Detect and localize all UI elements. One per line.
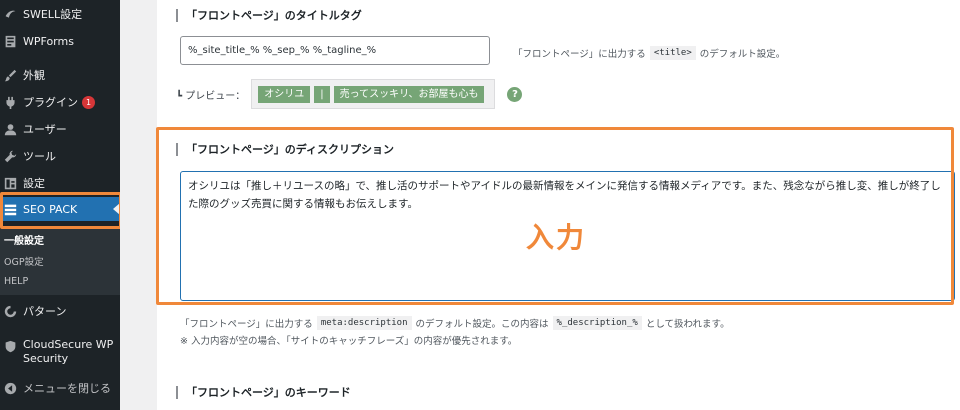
help-icon[interactable]: ? — [507, 86, 523, 102]
cloudsecure-label-line2: Security — [23, 352, 69, 365]
highlight-frame-seo-pack — [0, 192, 122, 229]
submenu-help[interactable]: HELP — [4, 276, 28, 287]
title-tag-code: <title> — [649, 46, 696, 60]
sidebar-item-swell[interactable]: SWELL設定 — [0, 2, 120, 26]
shield-icon — [3, 339, 17, 353]
plugin-icon — [3, 95, 17, 109]
preview-box: オシリユ | 売ってスッキリ、お部屋も心も — [251, 79, 496, 109]
sidebar-item-tools[interactable]: ツール — [0, 144, 120, 168]
brush-icon — [3, 68, 17, 82]
keywords-heading: 「フロントページ」のキーワード — [176, 386, 351, 399]
sidebar-item-label: プラグイン — [23, 96, 78, 109]
pattern-icon — [3, 304, 17, 318]
settings-icon — [3, 176, 17, 190]
forms-icon — [3, 34, 17, 48]
description-code2: %_description_% — [552, 316, 642, 330]
description-hint: 「フロントページ」に出力する meta:description のデフォルト設定… — [180, 316, 730, 330]
title-tag-heading: 「フロントページ」のタイトルタグ — [176, 9, 362, 22]
description-note: ※ 入力内容が空の場合、「サイトのキャッチフレーズ」の内容が優先されます。 — [180, 336, 518, 347]
sidebar-item-users[interactable]: ユーザー — [0, 117, 120, 141]
input-annotation: 入力 — [526, 221, 587, 254]
wrench-icon — [3, 149, 17, 163]
swell-icon — [3, 7, 17, 21]
sidebar-item-appearance[interactable]: 外観 — [0, 63, 120, 87]
title-tag-hint-text: 「フロントページ」に出力する — [513, 49, 646, 60]
preview-chip-tagline: 売ってスッキリ、お部屋も心も — [333, 85, 485, 103]
sidebar-item-label: WPForms — [23, 34, 74, 48]
collapse-arrow-icon — [3, 381, 17, 395]
cloudsecure-label-line1: CloudSecure WP — [23, 338, 114, 351]
description-heading: 「フロントページ」のディスクリプション — [176, 143, 394, 156]
sidebar-item-label: 外観 — [23, 69, 45, 82]
preview-chip-site-title: オシリユ — [258, 85, 311, 103]
sidebar-item-patterns[interactable]: パターン — [0, 299, 120, 323]
sidebar-item-label: SWELL設定 — [23, 8, 83, 21]
update-count-badge: 1 — [82, 95, 95, 109]
title-tag-hint: 「フロントページ」に出力する <title> のデフォルト設定。 — [513, 46, 785, 60]
sidebar-item-label: 設定 — [23, 177, 45, 190]
admin-sidebar: SWELL設定 WPForms 外観 プラグイン 1 ユーザー ツール 設定 S… — [0, 0, 122, 410]
preview-chip-separator: | — [314, 85, 330, 103]
collapse-menu-button[interactable]: メニューを閉じる — [0, 376, 120, 400]
preview-label: ┗ プレビュー： — [176, 90, 246, 102]
submenu-ogp-settings[interactable]: OGP設定 — [4, 254, 44, 268]
sidebar-item-label: CloudSecure WP Security — [23, 338, 113, 366]
description-code: meta:description — [316, 316, 412, 330]
title-tag-input[interactable]: %_site_title_% %_sep_% %_tagline_% — [180, 36, 490, 65]
title-preview: ┗ プレビュー： オシリユ | 売ってスッキリ、お部屋も心も ? — [176, 79, 523, 109]
sidebar-item-label: ツール — [23, 150, 56, 163]
submenu-general-settings[interactable]: 一般設定 — [4, 232, 44, 247]
sidebar-item-label: パターン — [23, 305, 67, 318]
description-hint-text: 「フロントページ」に出力する — [180, 319, 313, 330]
user-icon — [3, 122, 17, 136]
sidebar-item-cloudsecure[interactable]: CloudSecure WP Security — [0, 338, 120, 372]
sidebar-item-label: ユーザー — [23, 123, 67, 136]
sidebar-item-plugins[interactable]: プラグイン 1 — [0, 90, 120, 114]
sidebar-item-wpforms[interactable]: WPForms — [0, 29, 120, 53]
sidebar-item-label: メニューを閉じる — [23, 382, 111, 395]
description-hint-after: として扱われます。 — [645, 319, 730, 330]
title-tag-hint-text-after: のデフォルト設定。 — [699, 49, 786, 60]
description-hint-mid: のデフォルト設定。この内容は — [415, 319, 549, 330]
